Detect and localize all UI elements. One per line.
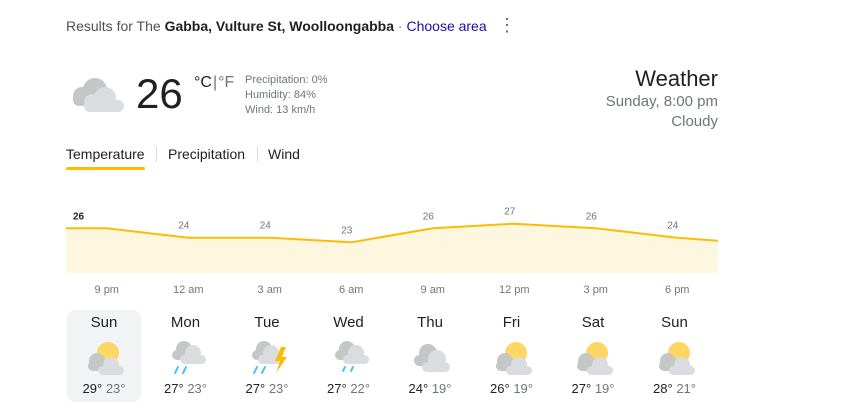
time-label: 12 am [172,284,204,296]
day-name: Sun [661,314,688,331]
temperature-chart: 26 24 24 23 26 27 26 24 [66,207,718,273]
choose-area-link[interactable]: Choose area [406,18,486,34]
day-forecast-sun[interactable]: Sun 29° 23° [67,310,141,402]
day-forecast-mon[interactable]: Mon 27° 23° [149,310,223,402]
time-label: 6 am [339,284,364,296]
partly-cloudy-icon [88,342,124,375]
day-high: 27° [164,381,184,396]
tab-precipitation[interactable]: Precipitation [168,146,245,168]
day-temps: 26° 19° [475,381,549,396]
tab-divider [257,146,258,162]
wind-value: Wind: 13 km/h [245,104,316,116]
day-high: 27° [571,381,592,396]
day-name: Tue [254,314,280,331]
more-vert-icon[interactable]: ⋮ [498,14,516,36]
weather-details: Precipitation: 0% Humidity: 84% Wind: 13… [245,73,328,118]
time-label: 6 pm [665,284,690,296]
day-name: Sat [581,314,605,331]
location-name: Gabba, Vulture St, Woolloongabba [164,18,395,34]
tab-divider [156,146,157,162]
day-low: 22° [350,381,370,396]
day-low: 23° [187,381,207,396]
current-temperature: 26 [136,70,183,117]
partly-cloudy-icon [658,342,695,375]
time-label: 9 am [420,284,445,296]
day-name: Sun [90,314,118,331]
unit-separator: | [212,74,218,91]
day-temps: 27° 23° [149,381,223,396]
temperature-label: 26 [73,211,85,222]
weather-title: Weather [635,66,718,91]
day-high: 28° [653,381,673,396]
humidity-value: Humidity: 84% [245,89,316,101]
day-forecast-wed[interactable]: Wed 27° 22° [312,310,386,402]
weather-time: Sunday, 8:00 pm [605,93,718,110]
unit-fahrenheit[interactable]: °F [218,74,234,91]
day-low: 19° [594,381,615,396]
rain-cloud-icon [171,341,206,374]
results-prefix: Results for The [66,18,161,34]
temperature-label: 26 [586,211,598,222]
temperature-label: 23 [341,225,353,236]
day-temps: 29° 23° [67,381,141,396]
temperature-label: 24 [260,221,272,232]
day-low: 19° [513,381,533,396]
temperature-label: 24 [667,221,679,232]
separator: · [397,18,403,34]
time-label: 3 pm [583,284,608,296]
day-temps: 28° 21° [638,381,712,396]
day-high: 27° [327,381,347,396]
time-label: 12 pm [498,284,530,296]
day-temps: 27° 23° [230,381,304,396]
temperature-label: 27 [504,207,516,218]
day-high: 27° [245,381,266,396]
day-high: 24° [408,381,429,396]
cloudy-icon [414,344,450,372]
partly-cloudy-icon [495,342,532,375]
time-label: 3 am [257,284,282,296]
day-forecast-fri[interactable]: Fri 26° 19° [475,310,549,402]
cloudy-icon [73,78,124,112]
day-low: 23° [105,381,126,396]
day-temps: 27° 19° [556,381,630,396]
day-name: Wed [333,314,364,331]
time-label: 9 pm [94,284,119,296]
day-name: Mon [170,314,201,331]
day-low: 21° [676,381,696,396]
day-low: 23° [268,381,289,396]
tab-temperature[interactable]: Temperature [66,146,145,168]
results-header: Results for The Gabba, Vulture St, Wooll… [66,18,487,34]
thunderstorm-icon [252,341,287,374]
showers-icon [334,341,369,372]
precipitation-value: Precipitation: 0% [245,74,328,86]
temperature-label: 24 [178,221,190,232]
day-high: 26° [490,381,510,396]
day-forecast-sun[interactable]: Sun 28° 21° [638,310,712,402]
day-name: Thu [417,314,443,331]
day-low: 19° [431,381,452,396]
day-name: Fri [502,314,521,331]
temperature-label: 26 [423,211,435,222]
weather-condition: Cloudy [671,113,718,130]
unit-celsius[interactable]: °C [194,74,212,91]
tab-wind[interactable]: Wind [268,146,300,168]
unit-toggle: °C|°F [194,74,234,92]
tab-selected-indicator [66,167,145,170]
partly-cloudy-icon [577,342,613,375]
day-forecast-sat[interactable]: Sat 27° 19° [556,310,630,402]
day-high: 29° [82,381,103,396]
day-temps: 27° 22° [312,381,386,396]
day-forecast-tue[interactable]: Tue 27° 23° [230,310,304,402]
day-forecast-thu[interactable]: Thu 24° 19° [393,310,467,402]
day-temps: 24° 19° [393,381,467,396]
